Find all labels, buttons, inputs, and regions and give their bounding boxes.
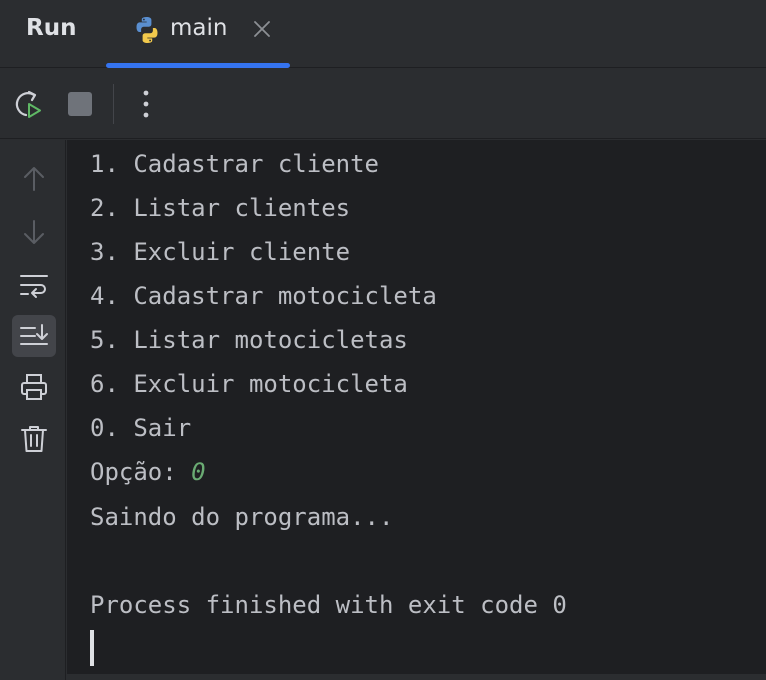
console-line: 3. Excluir cliente [90, 238, 351, 266]
rerun-icon [15, 90, 41, 118]
prompt-line: Opção: 0 [90, 457, 206, 487]
console-line: 1. Cadastrar cliente [90, 150, 379, 178]
python-icon [136, 17, 158, 43]
console-line: 6. Excluir motocicleta [90, 370, 408, 398]
scroll-up-icon [24, 167, 44, 191]
soft-wrap-button[interactable] [12, 264, 56, 306]
stop-button[interactable] [62, 86, 98, 122]
tab-main-label: main [170, 15, 228, 41]
process-finished-message: Process finished with exit code 0 [90, 591, 567, 619]
trash-icon [21, 426, 47, 452]
more-options-button[interactable] [128, 86, 164, 122]
soft-wrap-icon [20, 275, 48, 298]
print-icon [21, 374, 47, 400]
rerun-button[interactable] [10, 86, 46, 122]
close-icon[interactable] [251, 18, 273, 40]
scroll-down-button[interactable] [12, 211, 56, 253]
active-tab-indicator [106, 63, 290, 68]
tab-main[interactable]: main [106, 0, 290, 68]
stop-icon [68, 92, 92, 116]
prompt-label: Opção: [90, 458, 192, 486]
clear-all-button[interactable] [12, 418, 56, 460]
scroll-up-button[interactable] [12, 158, 56, 200]
run-title: Run [26, 15, 77, 41]
user-input-value: 0 [191, 458, 206, 486]
console-output[interactable]: 1. Cadastrar cliente 2. Listar clientes … [67, 140, 766, 674]
console-line: 0. Sair [90, 414, 192, 442]
console-line: 4. Cadastrar motocicleta [90, 282, 437, 310]
scroll-down-icon [24, 220, 44, 244]
text-caret [90, 630, 94, 666]
scroll-to-end-button[interactable] [12, 315, 56, 357]
more-options-icon [143, 90, 149, 118]
toolbar-separator [113, 84, 114, 124]
run-tool-window-header: Run main [0, 0, 766, 68]
console-line: 2. Listar clientes [90, 194, 351, 222]
run-toolbar [0, 69, 766, 139]
print-button[interactable] [12, 366, 56, 408]
console-line: 5. Listar motocicletas [90, 326, 408, 354]
console-sidebar [0, 140, 66, 680]
scroll-to-end-icon [20, 324, 48, 345]
exit-message: Saindo do programa... [90, 503, 394, 531]
